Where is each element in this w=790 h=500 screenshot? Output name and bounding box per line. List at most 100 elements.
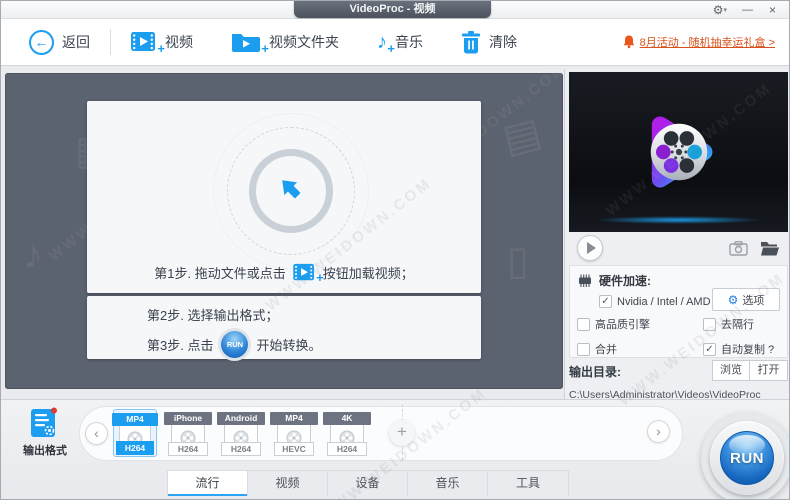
- tab-video[interactable]: 视频: [248, 471, 328, 496]
- options-panel: 硬件加速: ✓ Nvidia / Intel / AMD ⚙ 选项 高品质引擎 …: [569, 265, 788, 358]
- steps-panel: 第2步. 选择输出格式； 第3步. 点击 RUN 开始转换。: [87, 296, 481, 359]
- main-stage: ▦ ♪ ▤ ▯ 第1步. 拖动文件或点击 + 按钮加载视频； 第2步. 选择输出…: [5, 73, 563, 389]
- auto-copy-checkbox[interactable]: ✓: [703, 342, 716, 356]
- close-button[interactable]: ×: [769, 2, 776, 18]
- add-video-label: 视频: [165, 34, 193, 50]
- back-arrow-icon: ←: [29, 29, 54, 55]
- card-codec-name: HEVC: [274, 442, 314, 456]
- settings-gear-icon[interactable]: ⚙▾: [713, 2, 727, 18]
- hw-accel-checkbox[interactable]: ✓: [599, 295, 612, 308]
- output-format-button[interactable]: 输出格式: [13, 407, 77, 458]
- high-quality-checkbox[interactable]: [577, 317, 590, 331]
- videoproc-window: VideoProc - 视频 ⚙▾ — × ← 返回 + 视频 + 视频文件夹: [0, 0, 790, 500]
- step1-instruction: 第1步. 拖动文件或点击 + 按钮加载视频；: [87, 263, 481, 285]
- player-ghost-icon: ▯: [507, 239, 530, 283]
- format-cards: MP4 H264 iPhone H264 Android H264 MP4 HE…: [112, 409, 371, 457]
- hw-options-label: 选项: [742, 294, 765, 307]
- videoproc-logo: [650, 116, 712, 188]
- add-music-button[interactable]: ♪ + 音乐: [377, 31, 423, 56]
- preview-controls: [569, 234, 788, 262]
- add-video-button[interactable]: + 视频: [131, 31, 193, 56]
- gear-icon: ⚙: [727, 292, 739, 307]
- music-add-icon: ♪ +: [377, 31, 395, 56]
- bottom-bar: 输出格式 ‹ MP4 H264 iPhone H264 Android H264: [1, 399, 789, 499]
- back-label: 返回: [62, 34, 90, 50]
- toolbar-divider: [110, 29, 111, 55]
- scroll-left-button[interactable]: ‹: [85, 422, 108, 445]
- format-card-mp4-hevc[interactable]: MP4 HEVC: [270, 409, 318, 457]
- tab-device[interactable]: 设备: [328, 471, 408, 496]
- checkbox-merge[interactable]: 合并: [577, 341, 617, 357]
- step2-instruction: 第2步. 选择输出格式；: [147, 308, 279, 323]
- output-directory-section: 输出目录: 浏览 打开 C:\Users\Administrator\Video…: [569, 360, 788, 401]
- video-add-inline-icon: +: [292, 263, 324, 285]
- browse-button[interactable]: 浏览: [712, 360, 750, 381]
- high-quality-label: 高品质引擎: [595, 319, 650, 331]
- checkbox-high-quality[interactable]: 高品质引擎: [577, 316, 650, 332]
- card-codec-name: H264: [116, 441, 154, 455]
- hardware-chip-icon: [579, 274, 591, 287]
- run-button[interactable]: RUN: [720, 431, 774, 485]
- output-format-label: 输出格式: [23, 445, 67, 457]
- bell-icon: [623, 35, 634, 49]
- promo-link[interactable]: 8月活动 - 随机抽幸运礼盒 >: [640, 34, 775, 50]
- trash-icon: [461, 30, 481, 54]
- hardware-accel-label: 硬件加速:: [599, 274, 651, 288]
- title-bar: VideoProc - 视频 ⚙▾ — ×: [1, 1, 789, 19]
- clear-button[interactable]: 清除: [461, 30, 517, 54]
- card-format-name: MP4: [112, 413, 158, 426]
- add-video-folder-button[interactable]: + 视频文件夹: [231, 31, 339, 56]
- format-card-4k-h264[interactable]: 4K H264: [323, 409, 371, 457]
- format-card-android-h264[interactable]: Android H264: [217, 409, 265, 457]
- card-codec-name: H264: [168, 442, 208, 456]
- checkbox-auto-copy[interactable]: ✓ 自动复制 ?: [703, 341, 774, 357]
- open-folder-icon[interactable]: [760, 241, 780, 256]
- caret-down-icon: ▾: [723, 7, 727, 14]
- output-dir-label: 输出目录:: [569, 365, 621, 379]
- category-tabs: 流行 视频 设备 音乐 工具: [167, 470, 569, 496]
- back-button[interactable]: ← 返回: [29, 29, 90, 55]
- format-card-iphone-h264[interactable]: iPhone H264: [164, 409, 212, 457]
- card-codec-name: H264: [221, 442, 261, 456]
- card-format-name: iPhone: [164, 412, 212, 425]
- preview-glow: [595, 216, 762, 224]
- file-ghost-icon: ▤: [498, 110, 546, 162]
- promo-banner[interactable]: 8月活动 - 随机抽幸运礼盒 >: [623, 34, 789, 50]
- hw-options-button[interactable]: ⚙ 选项: [712, 288, 780, 311]
- tab-tools[interactable]: 工具: [488, 471, 568, 496]
- tab-music[interactable]: 音乐: [408, 471, 488, 496]
- add-music-label: 音乐: [395, 34, 423, 50]
- play-button[interactable]: [577, 235, 603, 261]
- card-format-name: Android: [217, 412, 265, 425]
- output-format-icon: [30, 407, 60, 439]
- toolbar: ← 返回 + 视频 + 视频文件夹 ♪ + 音乐 清除 8月活动 - 随机抽幸运…: [1, 19, 789, 66]
- video-add-icon: +: [131, 31, 165, 56]
- minimize-button[interactable]: —: [742, 2, 753, 18]
- step3-text-after: 开始转换。: [256, 338, 322, 353]
- music-ghost-icon: ♪: [23, 233, 43, 277]
- video-folder-add-icon: +: [231, 31, 269, 56]
- open-button[interactable]: 打开: [750, 360, 788, 381]
- drop-zone[interactable]: 第1步. 拖动文件或点击 + 按钮加载视频；: [87, 101, 481, 293]
- merge-checkbox[interactable]: [577, 342, 590, 356]
- window-title: VideoProc - 视频: [294, 1, 491, 18]
- step1-text-before: 第1步. 拖动文件或点击: [154, 266, 286, 281]
- clear-label: 清除: [489, 34, 517, 50]
- snapshot-camera-icon[interactable]: [729, 240, 748, 256]
- format-card-mp4-h264[interactable]: MP4 H264: [112, 409, 158, 457]
- scroll-right-button[interactable]: ›: [647, 420, 670, 443]
- play-icon: [587, 242, 596, 254]
- deinterlace-checkbox[interactable]: [703, 317, 716, 331]
- add-format-button[interactable]: +: [389, 420, 415, 446]
- card-format-name: 4K: [323, 412, 371, 425]
- deinterlace-label: 去隔行: [721, 319, 754, 331]
- run-mini-icon: RUN: [221, 331, 249, 358]
- hw-accel-value: Nvidia / Intel / AMD: [617, 295, 711, 308]
- tab-popular[interactable]: 流行: [168, 471, 248, 496]
- step1-text-after: 按钮加载视频；: [322, 266, 414, 281]
- add-video-folder-label: 视频文件夹: [269, 34, 339, 50]
- auto-copy-label: 自动复制 ?: [721, 344, 775, 356]
- checkbox-deinterlace[interactable]: 去隔行: [703, 316, 754, 332]
- right-panel: 硬件加速: ✓ Nvidia / Intel / AMD ⚙ 选项 高品质引擎 …: [564, 69, 789, 401]
- step3-text-before: 第3步. 点击: [147, 338, 214, 353]
